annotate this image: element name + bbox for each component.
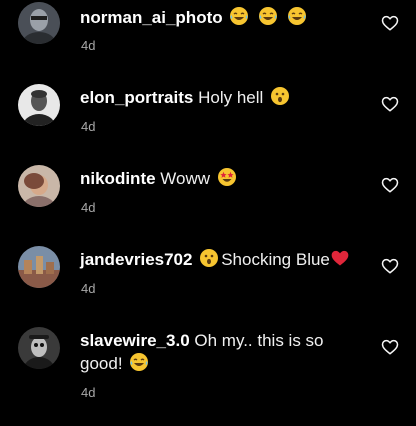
like-heart-icon[interactable]: [381, 95, 399, 113]
astonished-emoji: [270, 86, 290, 112]
laughing-tears-emoji: [258, 6, 278, 32]
comment-timestamp: 4d: [81, 385, 96, 400]
like-heart-icon[interactable]: [381, 257, 399, 275]
comment-timestamp: 4d: [81, 38, 96, 53]
red-heart-emoji: [330, 248, 350, 274]
like-heart-icon[interactable]: [381, 176, 399, 194]
comment-username[interactable]: nikodinte: [80, 169, 156, 188]
comment-timestamp: 4d: [81, 200, 96, 215]
star-struck-emoji: [217, 167, 237, 193]
avatar[interactable]: [18, 84, 60, 126]
comment-timestamp: 4d: [81, 119, 96, 134]
like-heart-icon[interactable]: [381, 14, 399, 32]
comment-text: Holy hell: [198, 88, 264, 107]
comment-timestamp: 4d: [81, 281, 96, 296]
laughing-tears-emoji: [129, 352, 149, 378]
avatar[interactable]: [18, 165, 60, 207]
comment-username[interactable]: slavewire_3.0: [80, 331, 190, 350]
comment-text: Shocking Blue: [221, 250, 330, 269]
comment-username[interactable]: jandevries702: [80, 250, 192, 269]
astonished-emoji: [199, 248, 219, 274]
avatar[interactable]: [18, 2, 60, 44]
laughing-tears-emoji: [287, 6, 307, 32]
laughing-tears-emoji: [229, 6, 249, 32]
comment-text: Woww: [160, 169, 211, 188]
comment-username[interactable]: elon_portraits: [80, 88, 193, 107]
avatar[interactable]: [18, 327, 60, 369]
avatar[interactable]: [18, 246, 60, 288]
like-heart-icon[interactable]: [381, 338, 399, 356]
comment-username[interactable]: norman_ai_photo: [80, 8, 223, 27]
